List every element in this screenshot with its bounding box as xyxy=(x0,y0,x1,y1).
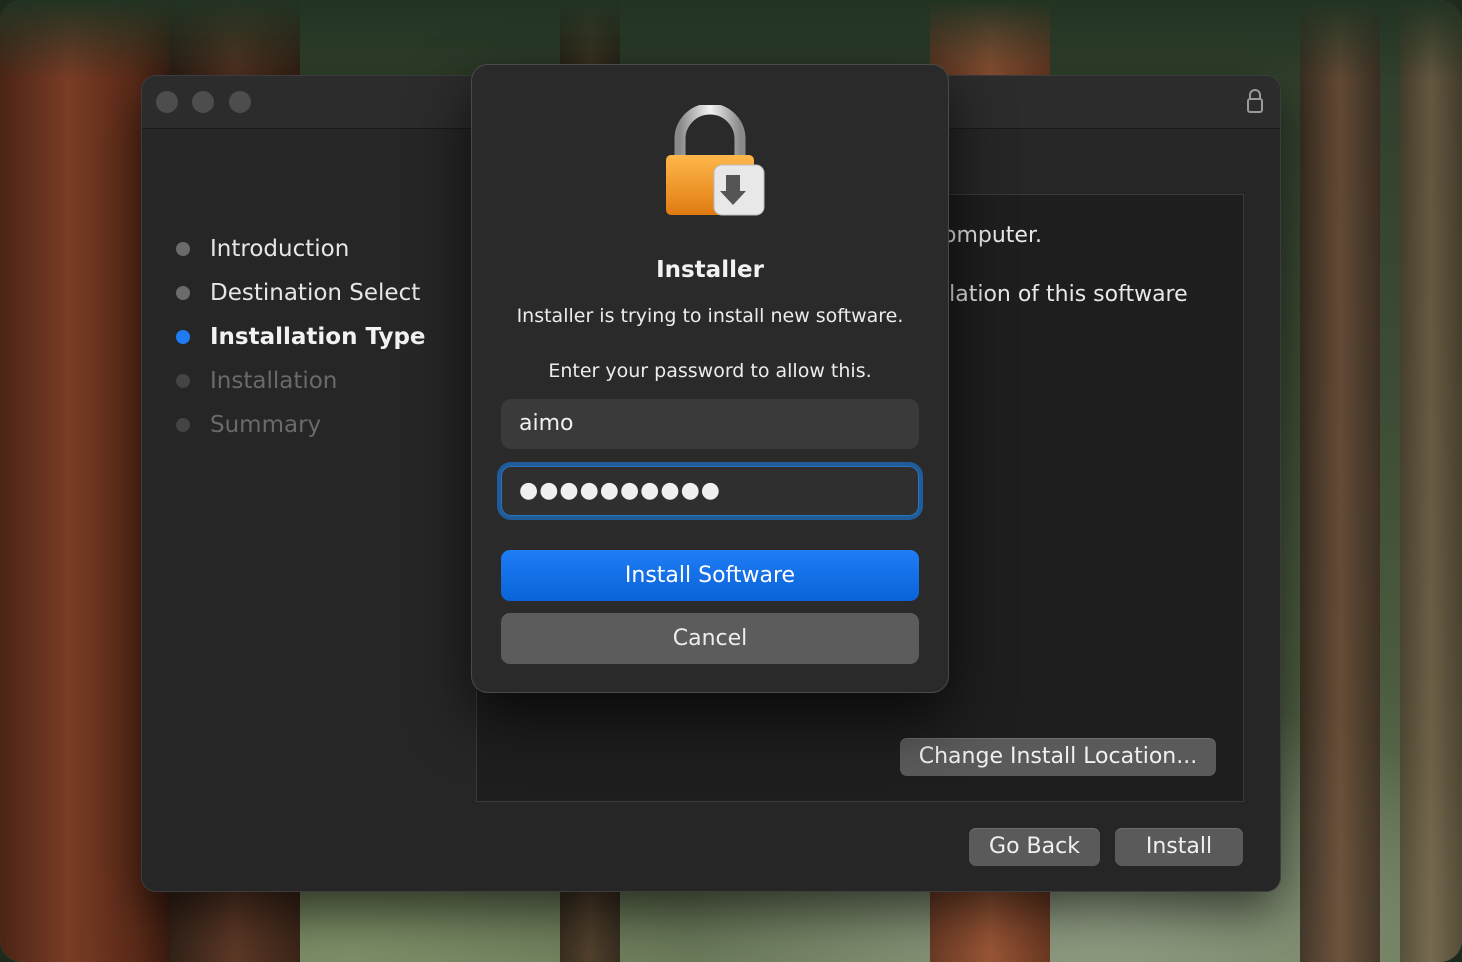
close-window-button[interactable] xyxy=(156,91,178,113)
step-installation-type: Installation Type xyxy=(176,322,426,352)
username-field[interactable]: aimo xyxy=(501,399,919,449)
panel-text-line: omputer. xyxy=(943,223,1042,248)
step-label: Summary xyxy=(210,412,322,438)
password-field[interactable]: ●●●●●●●●●● xyxy=(501,466,919,516)
step-label: Installation Type xyxy=(210,324,426,350)
installer-lock-icon xyxy=(666,105,765,216)
change-install-location-button[interactable]: Change Install Location... xyxy=(900,738,1216,776)
panel-text-line: llation of this software xyxy=(943,282,1188,307)
step-dot xyxy=(176,286,190,300)
step-dot-active xyxy=(176,330,190,344)
step-dot xyxy=(176,242,190,256)
go-back-button[interactable]: Go Back xyxy=(969,828,1100,866)
step-label: Installation xyxy=(210,368,338,394)
install-button[interactable]: Install xyxy=(1115,828,1243,866)
zoom-window-button[interactable] xyxy=(229,91,251,113)
dialog-title: Installer xyxy=(656,257,764,283)
minimize-window-button[interactable] xyxy=(192,91,214,113)
step-label: Introduction xyxy=(210,236,350,262)
dialog-prompt: Enter your password to allow this. xyxy=(548,360,872,382)
install-software-button[interactable]: Install Software xyxy=(501,550,919,601)
tree-trunk xyxy=(1400,0,1462,962)
step-destination-select: Destination Select xyxy=(176,278,420,308)
dialog-message: Installer is trying to install new softw… xyxy=(516,305,904,327)
lock-icon xyxy=(1247,89,1263,113)
step-dot xyxy=(176,418,190,432)
step-label: Destination Select xyxy=(210,280,421,306)
cancel-button[interactable]: Cancel xyxy=(501,613,919,664)
tree-trunk xyxy=(1300,0,1380,962)
step-introduction: Introduction xyxy=(176,234,349,264)
step-installation: Installation xyxy=(176,366,337,396)
password-dots: ●●●●●●●●●● xyxy=(519,478,721,503)
authentication-dialog: Installer Installer is trying to install… xyxy=(472,65,948,692)
step-summary: Summary xyxy=(176,410,321,440)
step-dot xyxy=(176,374,190,388)
